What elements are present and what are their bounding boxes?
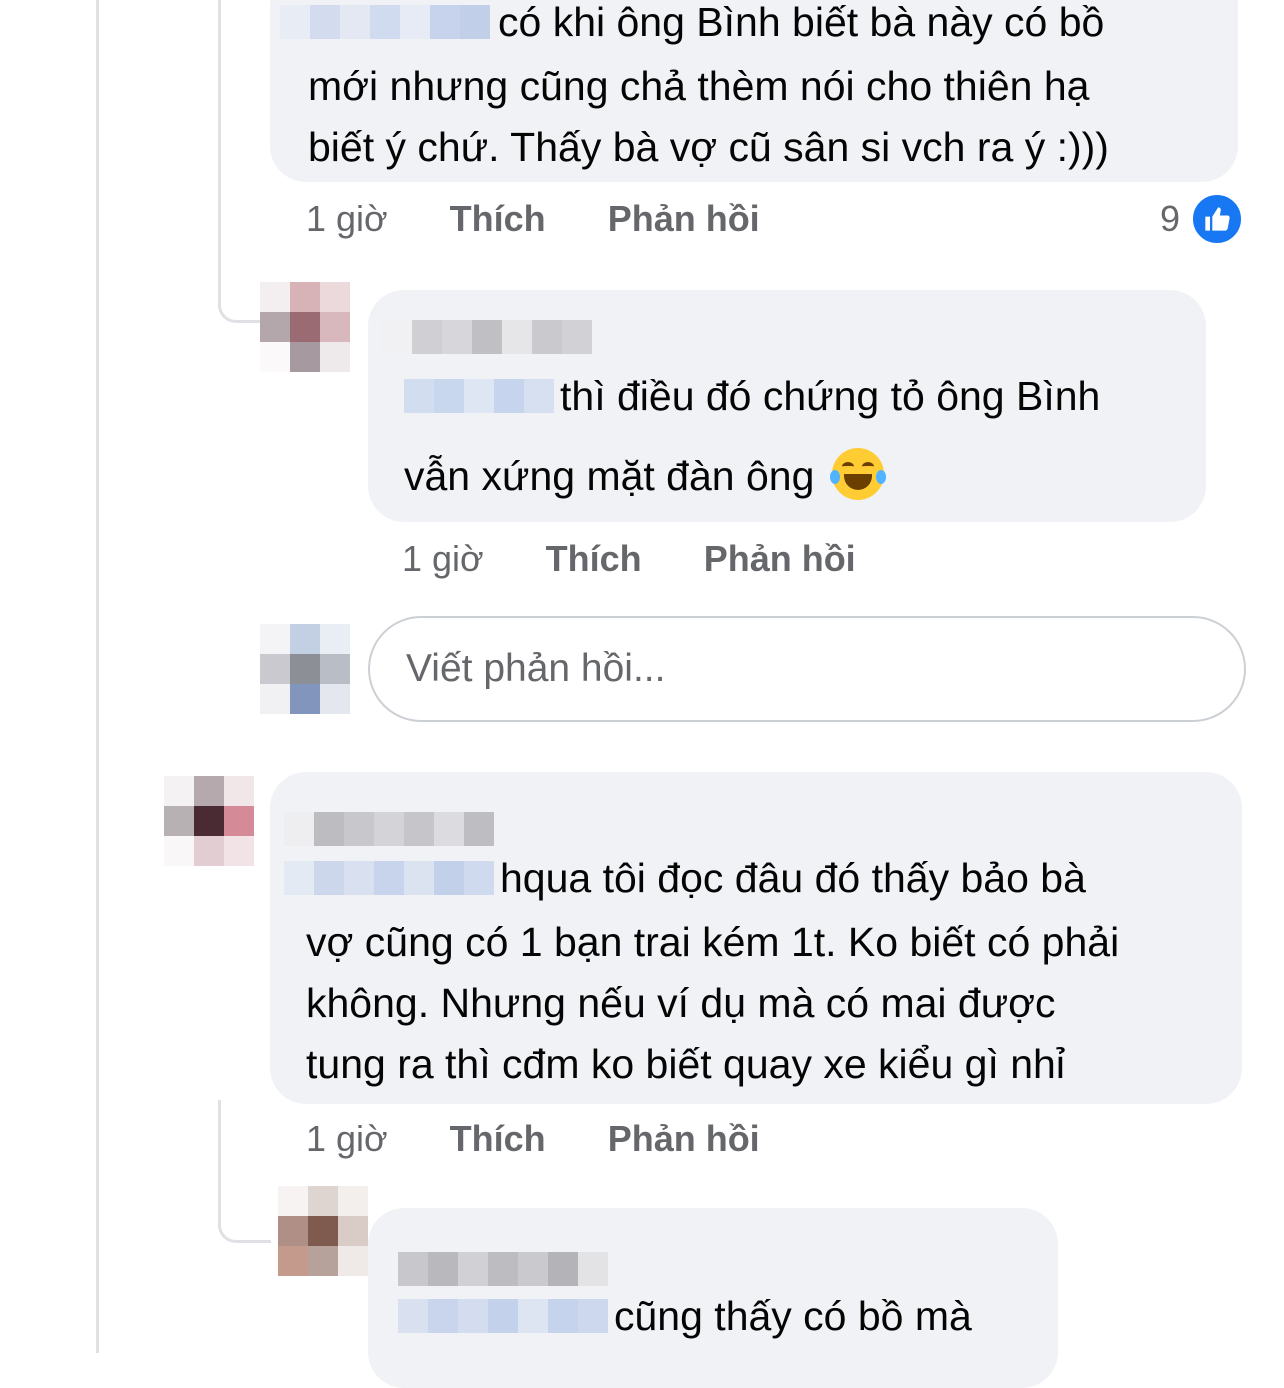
comment-actions: 1 giờ Thích Phản hồi bbox=[306, 1118, 812, 1160]
comment-text-line: hqua tôi đọc đâu đó thấy bảo bà bbox=[500, 855, 1086, 901]
reply-input[interactable]: Viết phản hồi... bbox=[368, 616, 1246, 722]
like-button[interactable]: Thích bbox=[546, 538, 642, 579]
comment-text-line: vẫn xứng mặt đàn ông bbox=[404, 452, 815, 499]
reply-button[interactable]: Phản hồi bbox=[704, 538, 856, 579]
current-user-avatar bbox=[260, 624, 350, 714]
comment-bubble: có khi ông Bình biết bà này có bồ mới nh… bbox=[270, 0, 1238, 182]
reply-button[interactable]: Phản hồi bbox=[608, 1118, 760, 1159]
comment-bubble: hqua tôi đọc đâu đó thấy bảo bà vợ cũng … bbox=[270, 772, 1242, 1104]
comment-text-line: biết ý chứ. Thấy bà vợ cũ sân si vch ra … bbox=[308, 123, 1109, 170]
reply-button[interactable]: Phản hồi bbox=[608, 198, 760, 239]
comment-time: 1 giờ bbox=[306, 198, 388, 239]
thread-curve-2 bbox=[218, 1190, 271, 1243]
comment-text-line: cũng thấy có bồ mà bbox=[614, 1293, 972, 1339]
avatar bbox=[164, 776, 254, 866]
avatar bbox=[278, 1186, 368, 1276]
comment-text-line: mới nhưng cũng chả thèm nói cho thiên hạ bbox=[308, 62, 1090, 109]
comment-time: 1 giờ bbox=[306, 1118, 388, 1159]
comment-text-line: thì điều đó chứng tỏ ông Bình bbox=[560, 373, 1101, 419]
thread-curve bbox=[218, 270, 261, 323]
like-thumbs-up-icon bbox=[1190, 192, 1245, 246]
face-with-tears-of-joy-icon bbox=[829, 447, 886, 500]
comment-text-line: không. Nhưng nếu ví dụ mà có mai được bbox=[306, 979, 1056, 1026]
like-button[interactable]: Thích bbox=[450, 1118, 546, 1159]
thread-line-inner bbox=[218, 0, 221, 290]
comment-text-line: có khi ông Bình biết bà này có bồ bbox=[498, 0, 1105, 45]
avatar bbox=[260, 282, 350, 372]
blurred-author-name bbox=[284, 802, 494, 863]
like-button[interactable]: Thích bbox=[450, 198, 546, 239]
comment-time: 1 giờ bbox=[402, 538, 484, 579]
reply-input-placeholder: Viết phản hồi... bbox=[406, 647, 666, 690]
reaction-summary[interactable]: 9 bbox=[1160, 192, 1245, 246]
comment-text-line: tung ra thì cđm ko biết quay xe kiểu gì … bbox=[306, 1040, 1065, 1087]
comment-bubble: thì điều đó chứng tỏ ông Bình vẫn xứng m… bbox=[368, 290, 1206, 522]
comment-actions: 1 giờ Thích Phản hồi bbox=[402, 538, 908, 580]
reaction-count: 9 bbox=[1160, 198, 1181, 239]
comment-text-line: vợ cũng có 1 bạn trai kém 1t. Ko biết có… bbox=[306, 918, 1120, 965]
thread-line-main bbox=[96, 0, 99, 1353]
comment-actions: 1 giờ Thích Phản hồi bbox=[306, 198, 812, 240]
blurred-author-name bbox=[280, 0, 490, 56]
comment-bubble: cũng thấy có bồ mà bbox=[368, 1208, 1058, 1388]
blurred-mention bbox=[404, 369, 554, 430]
blurred-author-name bbox=[398, 1242, 608, 1303]
blurred-author-name bbox=[382, 310, 592, 371]
